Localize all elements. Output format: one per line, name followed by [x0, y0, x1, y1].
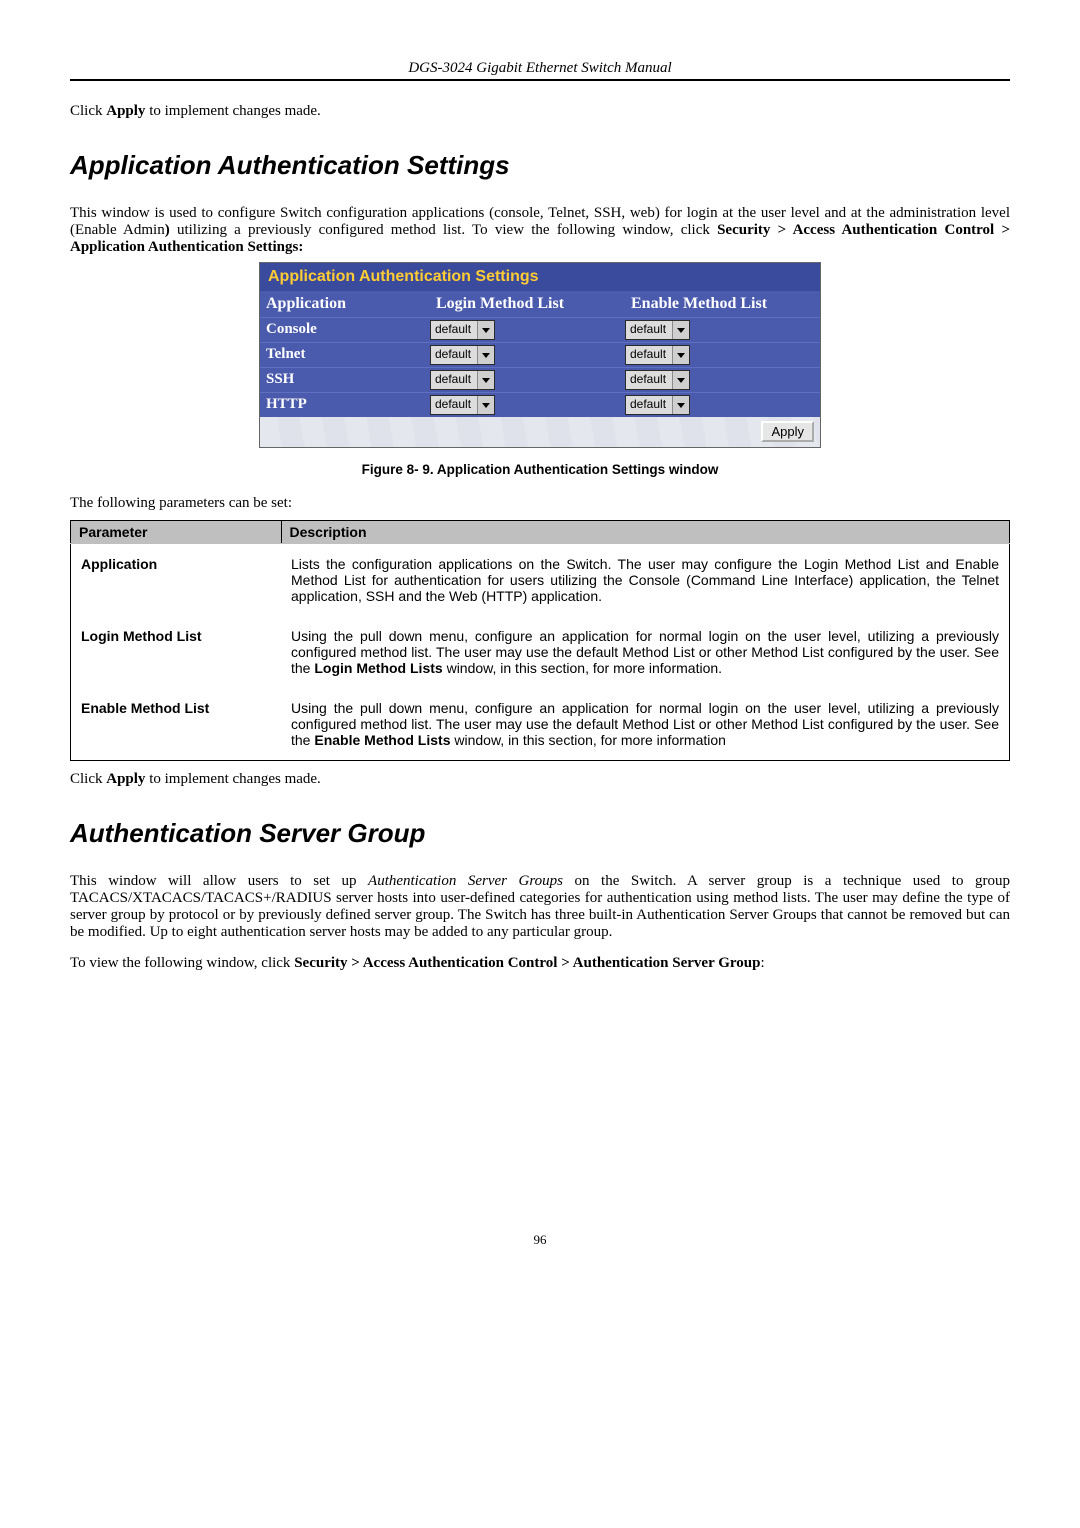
chevron-down-icon — [672, 321, 689, 339]
following-parameters-text: The following parameters can be set: — [70, 495, 1010, 512]
cell: default — [625, 318, 820, 342]
enable-select-console[interactable]: default — [625, 320, 690, 340]
row-label-ssh: SSH — [260, 368, 430, 392]
login-select-http[interactable]: default — [430, 395, 495, 415]
text: To view the following window, click — [70, 955, 294, 971]
config-row-ssh: SSH default default — [260, 367, 820, 392]
login-select-ssh[interactable]: default — [430, 370, 495, 390]
desc-enable-method-list: Using the pull down menu, configure an a… — [281, 688, 1010, 761]
cell: default — [430, 368, 625, 392]
apply-word: Apply — [106, 771, 145, 787]
config-row-telnet: Telnet default default — [260, 342, 820, 367]
cell: default — [625, 393, 820, 417]
figure-caption: Figure 8- 9. Application Authentication … — [70, 462, 1010, 477]
col-header-login-method-list: Login Method List — [430, 291, 625, 317]
section2-paragraph: This window will allow users to set up A… — [70, 873, 1010, 941]
select-value: default — [626, 371, 672, 389]
cell: default — [625, 368, 820, 392]
figure-app-auth-settings: Application Authentication Settings Appl… — [70, 262, 1010, 448]
text: Click — [70, 771, 106, 787]
select-value: default — [626, 321, 672, 339]
config-row-http: HTTP default default — [260, 392, 820, 417]
login-method-lists-ref: Login Method Lists — [314, 660, 442, 676]
table-header-row: Parameter Description — [71, 521, 1010, 544]
chevron-down-icon — [672, 346, 689, 364]
th-description: Description — [281, 521, 1010, 544]
text: This window will allow users to set up — [70, 873, 368, 889]
nav-path: Security > Access Authentication Control… — [294, 955, 760, 971]
section-heading-auth-server-group: Authentication Server Group — [70, 818, 1010, 849]
enable-method-lists-ref: Enable Method Lists — [314, 732, 450, 748]
page-header: DGS-3024 Gigabit Ethernet Switch Manual — [70, 60, 1010, 81]
chevron-down-icon — [672, 396, 689, 414]
select-value: default — [626, 346, 672, 364]
th-parameter: Parameter — [71, 521, 282, 544]
chevron-down-icon — [477, 346, 494, 364]
text: window, in this section, for more inform… — [450, 732, 725, 748]
cell: default — [430, 393, 625, 417]
select-value: default — [431, 346, 477, 364]
text: utilizing a previously configured method… — [170, 222, 717, 238]
enable-select-ssh[interactable]: default — [625, 370, 690, 390]
config-window-title: Application Authentication Settings — [260, 263, 820, 291]
intro-click-apply: Click Apply to implement changes made. — [70, 103, 1010, 120]
enable-select-http[interactable]: default — [625, 395, 690, 415]
config-footer: Apply — [260, 417, 820, 447]
cell: default — [430, 343, 625, 367]
login-select-telnet[interactable]: default — [430, 345, 495, 365]
chevron-down-icon — [477, 396, 494, 414]
row-label-console: Console — [260, 318, 430, 342]
cell: default — [625, 343, 820, 367]
apply-button[interactable]: Apply — [761, 421, 814, 442]
chevron-down-icon — [477, 371, 494, 389]
select-value: default — [431, 371, 477, 389]
table-row: Enable Method List Using the pull down m… — [71, 688, 1010, 761]
page-number: 96 — [70, 1232, 1010, 1248]
param-application: Application — [71, 544, 282, 617]
chevron-down-icon — [477, 321, 494, 339]
text: : — [760, 955, 764, 971]
select-value: default — [431, 321, 477, 339]
row-label-telnet: Telnet — [260, 343, 430, 367]
section-heading-app-auth-settings: Application Authentication Settings — [70, 150, 1010, 181]
param-enable-method-list: Enable Method List — [71, 688, 282, 761]
desc-application: Lists the configuration applications on … — [281, 544, 1010, 617]
config-row-console: Console default default — [260, 317, 820, 342]
enable-select-telnet[interactable]: default — [625, 345, 690, 365]
table-row: Login Method List Using the pull down me… — [71, 616, 1010, 688]
auth-server-groups-em: Authentication Server Groups — [368, 873, 563, 889]
config-window: Application Authentication Settings Appl… — [259, 262, 821, 448]
param-login-method-list: Login Method List — [71, 616, 282, 688]
login-select-console[interactable]: default — [430, 320, 495, 340]
section2-nav: To view the following window, click Secu… — [70, 955, 1010, 972]
desc-login-method-list: Using the pull down menu, configure an a… — [281, 616, 1010, 688]
text: window, in this section, for more inform… — [443, 660, 722, 676]
parameter-table: Parameter Description Application Lists … — [70, 520, 1010, 761]
select-value: default — [431, 396, 477, 414]
text: Click — [70, 103, 106, 119]
outro-click-apply: Click Apply to implement changes made. — [70, 771, 1010, 788]
text: to implement changes made. — [145, 103, 320, 119]
cell: default — [430, 318, 625, 342]
table-row: Application Lists the configuration appl… — [71, 544, 1010, 617]
select-value: default — [626, 396, 672, 414]
col-header-application: Application — [260, 291, 430, 317]
row-label-http: HTTP — [260, 393, 430, 417]
config-header-row: Application Login Method List Enable Met… — [260, 291, 820, 317]
col-header-enable-method-list: Enable Method List — [625, 291, 820, 317]
text: to implement changes made. — [145, 771, 320, 787]
apply-word: Apply — [106, 103, 145, 119]
chevron-down-icon — [672, 371, 689, 389]
section1-paragraph: This window is used to configure Switch … — [70, 205, 1010, 256]
